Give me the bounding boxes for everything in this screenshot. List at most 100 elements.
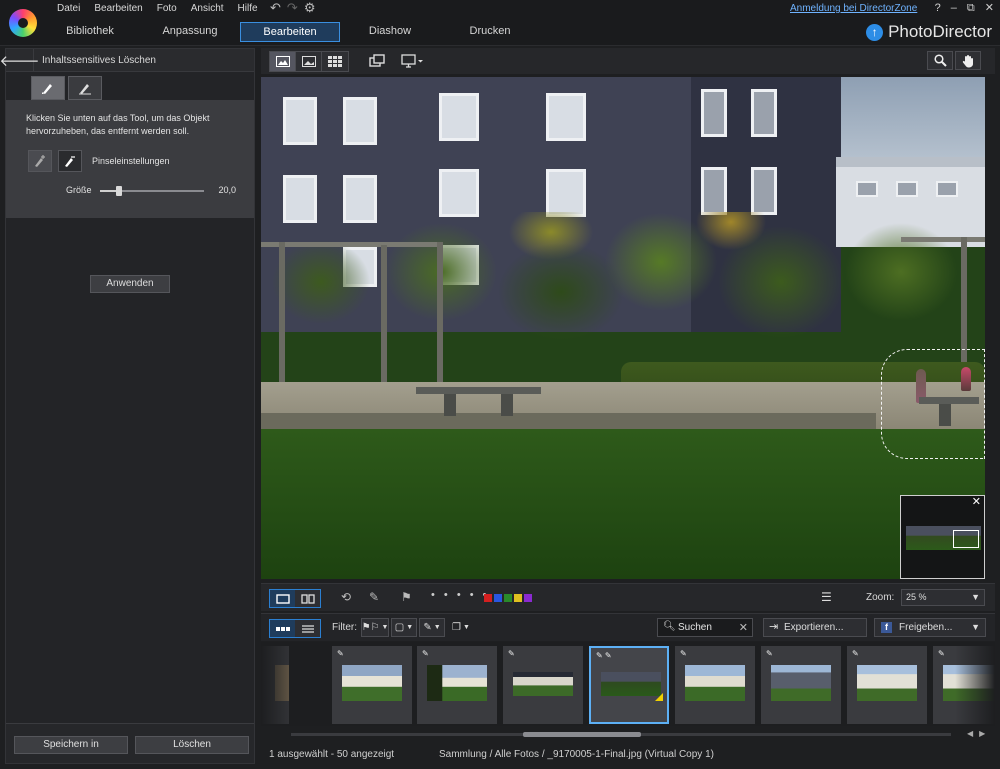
filter-edit-dropdown[interactable]: ✎ ▼ — [419, 618, 445, 637]
brush-mode-tab[interactable] — [31, 76, 65, 100]
filmstrip-view-buttons — [269, 619, 321, 638]
tab-bearbeiten[interactable]: Bearbeiten — [240, 22, 340, 42]
photodirector-logo-icon[interactable] — [9, 9, 37, 37]
tool-title: Inhaltssensitives Löschen — [42, 54, 156, 66]
undo-icon[interactable]: ↶ — [270, 1, 281, 15]
thumbnail-selected[interactable]: ✎ ✎ — [589, 646, 669, 724]
close-navigator-icon[interactable]: ✕ — [972, 497, 981, 508]
filmstrip-fade-left — [261, 642, 301, 726]
single-view-button[interactable] — [296, 52, 322, 71]
thumbnail[interactable]: ✎ — [847, 646, 927, 724]
navigator-panel[interactable]: ✕ — [900, 495, 985, 579]
single-layout-button[interactable] — [270, 590, 295, 607]
grid-icon — [328, 56, 342, 67]
rating-dots[interactable]: • • • • • — [431, 589, 489, 601]
list-view-button[interactable] — [295, 620, 320, 637]
remove-brush-button[interactable] — [58, 150, 82, 172]
sort-icon[interactable]: ☰ — [821, 590, 832, 604]
back-button[interactable]: 🡐 — [0, 49, 40, 71]
scroll-left-icon[interactable]: ◀ — [967, 729, 979, 738]
redo-icon[interactable]: ↷ — [287, 1, 298, 15]
add-brush-button[interactable] — [28, 150, 52, 172]
hand-tool-button[interactable] — [955, 51, 981, 70]
grid-view-button[interactable] — [322, 52, 348, 71]
zoom-tool-button[interactable] — [927, 51, 953, 70]
menu-foto[interactable]: Foto — [150, 2, 184, 16]
rotate-icon[interactable]: ⟲ — [341, 590, 351, 604]
hand-icon — [962, 54, 973, 67]
table-leg — [444, 394, 456, 416]
thumbnail-image — [513, 672, 573, 696]
ping-pong-table — [416, 387, 541, 417]
save-to-button[interactable]: Speichern in — [14, 736, 128, 754]
settings-icon[interactable]: ⚙ — [304, 1, 316, 15]
tab-drucken[interactable]: Drucken — [440, 22, 540, 42]
tab-anpassung[interactable]: Anpassung — [140, 22, 240, 42]
edit-tag-icon[interactable]: ✎ — [369, 590, 379, 604]
upgrade-icon[interactable]: ↑ — [866, 23, 884, 41]
zoom-select[interactable]: 25 % ▼ — [901, 589, 985, 606]
thumbnail-image — [342, 665, 402, 701]
copies-dropdown[interactable]: ❐ ▼ — [449, 618, 473, 637]
thumbnail[interactable]: ✎ — [417, 646, 497, 724]
navigator-viewport[interactable] — [953, 530, 979, 548]
eraser-mode-tab[interactable] — [68, 76, 102, 100]
filmstrip: ✎ ✎ ✎ ✎ ✎ ✎ ✎ ✎ ✎ — [261, 642, 995, 726]
color-label-swatch[interactable] — [524, 594, 532, 602]
filter-type-dropdown[interactable]: ▢ ▼ — [391, 618, 417, 637]
color-label-swatch[interactable] — [504, 594, 512, 602]
size-slider-handle[interactable] — [115, 186, 122, 196]
brush-filter-icon: ✎ — [423, 622, 432, 633]
thumbnail-view-button[interactable] — [270, 620, 295, 637]
thumbnail[interactable]: ✎ — [761, 646, 841, 724]
menu-hilfe[interactable]: Hilfe — [231, 2, 265, 16]
chevron-down-icon[interactable]: ▼ — [971, 619, 980, 636]
delete-button[interactable]: Löschen — [135, 736, 249, 754]
tab-diashow[interactable]: Diashow — [340, 22, 440, 42]
scroll-right-icon[interactable]: ▶ — [979, 729, 991, 738]
color-label-swatch[interactable] — [514, 594, 522, 602]
layout-buttons — [269, 589, 321, 608]
size-slider[interactable] — [100, 186, 204, 196]
fit-view-button[interactable] — [270, 52, 296, 71]
minimize-icon[interactable]: – — [951, 1, 957, 15]
photo-canvas[interactable]: ✕ — [261, 77, 985, 579]
clear-search-icon[interactable]: ✕ — [739, 621, 748, 634]
building-roof — [836, 157, 985, 167]
table-leg — [501, 394, 513, 416]
erase-selection-marquee[interactable] — [881, 349, 985, 459]
filmstrip-scrollbar[interactable] — [261, 730, 979, 738]
monitor-view-button[interactable] — [397, 52, 427, 70]
tab-bibliothek[interactable]: Bibliothek — [40, 22, 140, 42]
close-icon[interactable]: ✕ — [985, 1, 994, 15]
export-icon: ⇥ — [769, 621, 779, 633]
color-label-swatch[interactable] — [494, 594, 502, 602]
menu-datei[interactable]: Datei — [50, 2, 87, 16]
help-icon[interactable]: ? — [935, 1, 941, 15]
flag-icon[interactable]: ⚑ — [401, 590, 412, 604]
filter-flag-dropdown[interactable]: ⚑⚐ ▼ — [361, 618, 389, 637]
thumbnail-image — [685, 665, 745, 701]
compare-view-button[interactable] — [365, 52, 389, 70]
color-label-swatch[interactable] — [484, 594, 492, 602]
tool-panel-footer: Speichern in Löschen — [6, 723, 254, 763]
edited-icon: ✎ — [766, 649, 773, 658]
directorzone-login-link[interactable]: Anmeldung bei DirectorZone — [790, 3, 917, 14]
split-layout-button[interactable] — [295, 590, 320, 607]
restore-icon[interactable]: ⧉ — [967, 1, 975, 15]
thumbnail[interactable]: ✎ — [503, 646, 583, 724]
apply-button[interactable]: Anwenden — [90, 275, 170, 293]
chevron-down-icon: ▼ — [381, 624, 389, 631]
thumbnail[interactable]: ✎ — [332, 646, 412, 724]
building-window — [546, 93, 586, 141]
scrollbar-thumb[interactable] — [523, 732, 641, 737]
menu-bearbeiten[interactable]: Bearbeiten — [87, 2, 149, 16]
menu-ansicht[interactable]: Ansicht — [184, 2, 231, 16]
tool-panel-header: 🡐 Inhaltssensitives Löschen — [0, 49, 254, 72]
export-button[interactable]: ⇥ Exportieren... — [763, 618, 867, 637]
share-button[interactable]: f Freigeben... ▼ — [874, 618, 986, 637]
search-input[interactable]: 🔍︎ Suchen ✕ — [657, 618, 753, 637]
thumbnail[interactable]: ✎ — [675, 646, 755, 724]
editor-tools-right — [927, 51, 981, 70]
brush-icon — [42, 84, 52, 94]
